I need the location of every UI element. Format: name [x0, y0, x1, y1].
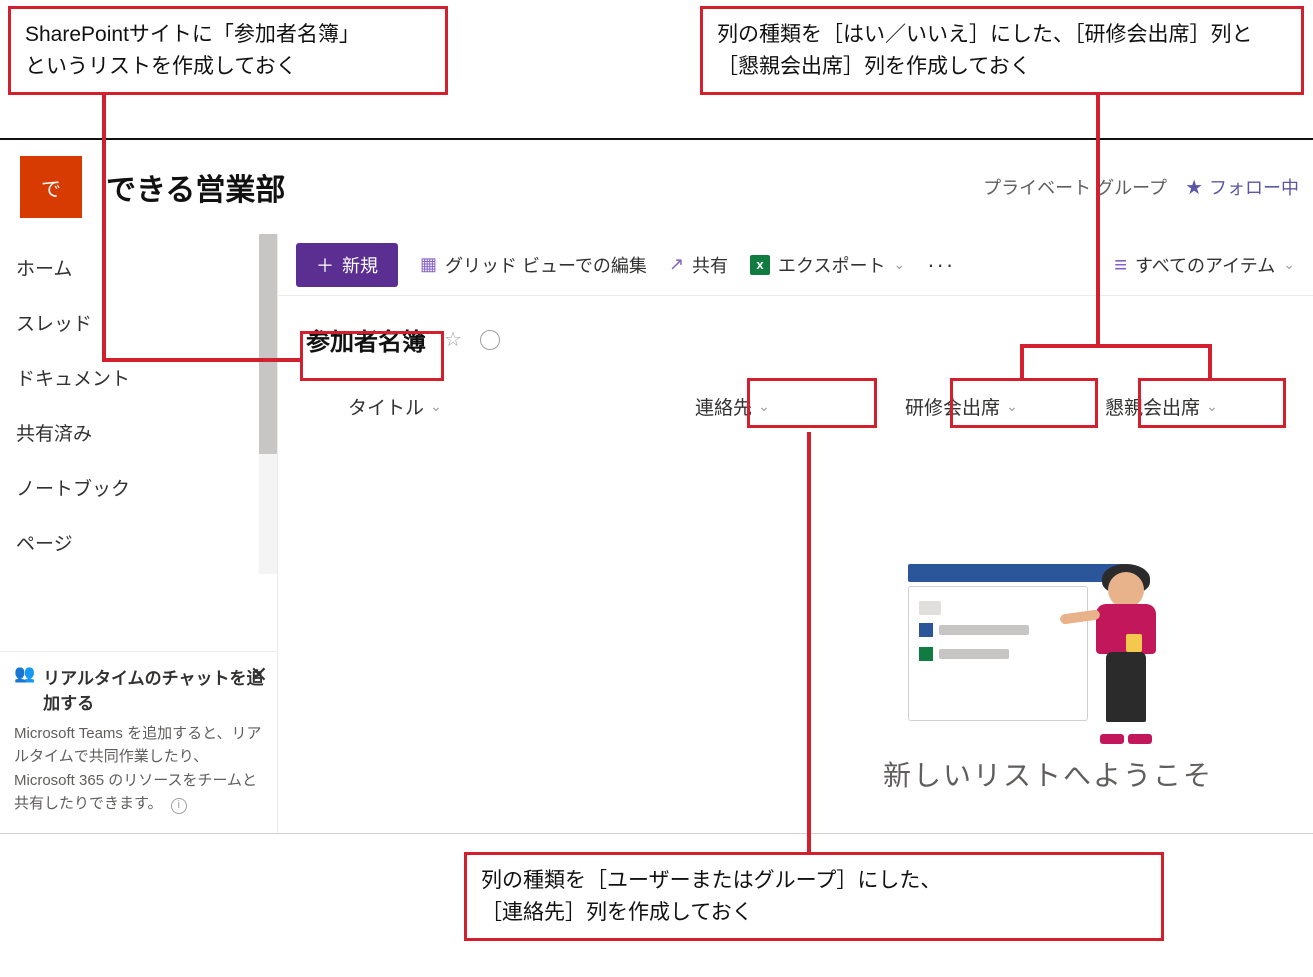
promo-title: リアルタイムのチャットを追加する	[43, 664, 264, 714]
new-button[interactable]: ＋ 新規	[296, 243, 398, 287]
site-header: で できる営業部 プライベート グループ ★ フォロー中	[0, 140, 1313, 234]
annotation-top-right: 列の種類を［はい／いいえ］にした、［研修会出席］列と［懇親会出席］列を作成してお…	[700, 6, 1304, 95]
check-circle-icon[interactable]	[480, 330, 500, 350]
group-privacy-label: プライベート グループ	[983, 174, 1167, 200]
chevron-down-icon: ⌄	[1206, 398, 1218, 415]
follow-label: フォロー中	[1209, 174, 1299, 200]
share-label: 共有	[692, 252, 728, 278]
grid-icon: ▦	[420, 254, 437, 275]
info-icon[interactable]: i	[171, 798, 187, 814]
close-icon[interactable]: ✕	[250, 662, 268, 688]
nav-pages[interactable]: ページ	[0, 515, 277, 570]
star-icon: ★	[1185, 175, 1203, 200]
nav-home[interactable]: ホーム	[0, 240, 277, 295]
export-label: エクスポート	[778, 252, 885, 278]
export-button[interactable]: x エクスポート ⌄	[750, 252, 905, 278]
chevron-down-icon: ⌄	[430, 398, 442, 415]
filter-icon: ≡	[1114, 252, 1127, 278]
chevron-down-icon: ⌄	[894, 256, 906, 273]
site-logo[interactable]: で	[20, 156, 82, 218]
left-nav: ホーム スレッド ドキュメント 共有済み ノートブック ページ ✕ 👥 リアルタ…	[0, 234, 278, 833]
plus-icon: ＋	[316, 252, 334, 278]
nav-threads[interactable]: スレッド	[0, 295, 277, 350]
grid-label: グリッド ビューでの編集	[445, 252, 647, 278]
col-title-label: タイトル	[348, 393, 424, 420]
sharepoint-window: で できる営業部 プライベート グループ ★ フォロー中 ホーム スレッド ドキ…	[0, 138, 1313, 834]
column-header-row: タイトル ⌄ 連絡先 ⌄ 研修会出席 ⌄ 懇親会出席 ⌄	[278, 369, 1313, 430]
excel-icon: x	[750, 255, 770, 275]
teams-icon: 👥	[14, 664, 35, 714]
nav-shared[interactable]: 共有済み	[0, 405, 277, 460]
column-header-party[interactable]: 懇親会出席 ⌄	[1105, 393, 1285, 420]
share-icon: ↗	[669, 254, 684, 275]
promo-body-text: Microsoft Teams を追加すると、リアルタイムで共同作業したり、Mi…	[14, 725, 262, 812]
command-bar: ＋ 新規 ▦ グリッド ビューでの編集 ↗ 共有 x エクスポート ⌄ ···	[278, 234, 1313, 296]
list-title[interactable]: 参加者名簿	[306, 322, 426, 357]
col-contact-label: 連絡先	[695, 393, 752, 420]
col-party-label: 懇親会出席	[1105, 393, 1200, 420]
col-training-label: 研修会出席	[905, 393, 1000, 420]
chevron-down-icon: ⌄	[758, 398, 770, 415]
main-content: ＋ 新規 ▦ グリッド ビューでの編集 ↗ 共有 x エクスポート ⌄ ···	[278, 234, 1313, 833]
welcome-illustration	[908, 564, 1188, 744]
grid-edit-button[interactable]: ▦ グリッド ビューでの編集	[420, 252, 647, 278]
site-title[interactable]: できる営業部	[106, 165, 285, 209]
view-label: すべてのアイテム	[1135, 252, 1275, 278]
chevron-down-icon: ⌄	[1006, 398, 1018, 415]
share-button[interactable]: ↗ 共有	[669, 252, 728, 278]
column-header-title[interactable]: タイトル ⌄	[348, 393, 688, 420]
annotation-bottom: 列の種類を［ユーザーまたはグループ］にした、 ［連絡先］列を作成しておく	[464, 852, 1164, 941]
more-button[interactable]: ···	[927, 252, 955, 278]
teams-promo-panel: ✕ 👥 リアルタイムのチャットを追加する Microsoft Teams を追加…	[0, 651, 278, 833]
new-label: 新規	[342, 252, 378, 278]
favorite-outline-icon[interactable]: ☆	[444, 327, 462, 352]
nav-notebook[interactable]: ノートブック	[0, 460, 277, 515]
person-icon	[1078, 564, 1178, 744]
welcome-text: 新しいリストへようこそ	[818, 754, 1278, 794]
column-header-training[interactable]: 研修会出席 ⌄	[905, 393, 1105, 420]
chevron-down-icon: ⌄	[1283, 256, 1295, 273]
empty-list-placeholder: 新しいリストへようこそ	[818, 564, 1278, 794]
scrollbar-thumb[interactable]	[259, 234, 277, 454]
view-selector[interactable]: ≡ すべてのアイテム ⌄	[1114, 252, 1295, 278]
column-header-contact[interactable]: 連絡先 ⌄	[695, 393, 905, 420]
follow-button[interactable]: ★ フォロー中	[1185, 174, 1299, 200]
annotation-top-left: SharePointサイトに「参加者名簿」 というリストを作成しておく	[8, 6, 448, 95]
